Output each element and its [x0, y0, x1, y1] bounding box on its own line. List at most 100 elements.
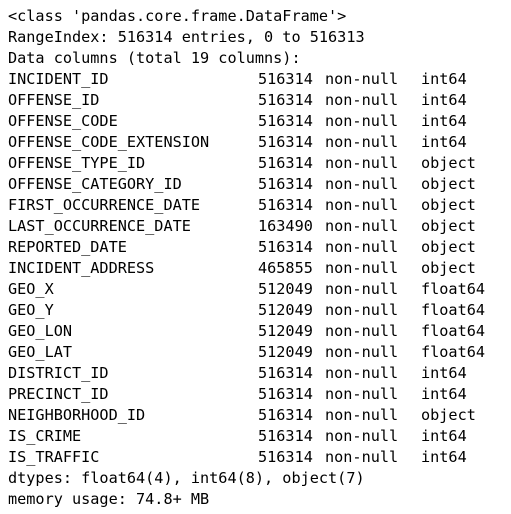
non-null-count: 516314 [258, 364, 313, 382]
nullness-label: non-null [325, 259, 399, 277]
non-null-count: 516314 [258, 70, 313, 88]
non-null-count: 516314 [258, 133, 313, 151]
column-row: LAST_OCCURRENCE_DATE 163490 non-null object [8, 216, 511, 237]
column-row: GEO_LAT 512049 non-null float64 [8, 342, 511, 363]
dtype-label: object [421, 154, 476, 172]
range-index-line: RangeIndex: 516314 entries, 0 to 516313 [8, 28, 365, 46]
non-null-count: 516314 [258, 427, 313, 445]
non-null-count: 516314 [258, 238, 313, 256]
column-list: INCIDENT_ID 516314 non-null int64 OFFENSE_ID… [8, 69, 511, 468]
nullness-label: non-null [325, 217, 399, 235]
column-name: GEO_X [8, 280, 54, 298]
nullness-label: non-null [325, 238, 399, 256]
column-name: GEO_LAT [8, 343, 73, 361]
column-name: GEO_Y [8, 301, 54, 319]
nullness-label: non-null [325, 343, 399, 361]
non-null-count: 516314 [258, 385, 313, 403]
dtypes-line: dtypes: float64(4), int64(8), object(7) [8, 469, 365, 487]
columns-summary-line: Data columns (total 19 columns): [8, 49, 301, 67]
nullness-label: non-null [325, 322, 399, 340]
non-null-count: 516314 [258, 154, 313, 172]
dtype-label: float64 [421, 301, 486, 319]
dtype-label: object [421, 259, 476, 277]
non-null-count: 465855 [258, 259, 313, 277]
column-name: IS_TRAFFIC [8, 448, 100, 466]
column-name: FIRST_OCCURRENCE_DATE [8, 196, 201, 214]
nullness-label: non-null [325, 280, 399, 298]
column-row: GEO_Y 512049 non-null float64 [8, 300, 511, 321]
column-row: IS_TRAFFIC 516314 non-null int64 [8, 447, 511, 468]
column-row: GEO_X 512049 non-null float64 [8, 279, 511, 300]
column-name: OFFENSE_ID [8, 91, 100, 109]
dtype-label: int64 [421, 112, 467, 130]
column-row: DISTRICT_ID 516314 non-null int64 [8, 363, 511, 384]
non-null-count: 512049 [258, 280, 313, 298]
nullness-label: non-null [325, 448, 399, 466]
column-name: INCIDENT_ADDRESS [8, 259, 155, 277]
dtype-label: float64 [421, 280, 486, 298]
column-row: NEIGHBORHOOD_ID 516314 non-null object [8, 405, 511, 426]
nullness-label: non-null [325, 91, 399, 109]
nullness-label: non-null [325, 112, 399, 130]
dtype-label: int64 [421, 70, 467, 88]
column-name: GEO_LON [8, 322, 73, 340]
column-row: OFFENSE_ID 516314 non-null int64 [8, 90, 511, 111]
nullness-label: non-null [325, 406, 399, 424]
dtype-label: object [421, 196, 476, 214]
column-row: OFFENSE_TYPE_ID 516314 non-null object [8, 153, 511, 174]
dtype-label: object [421, 238, 476, 256]
column-name: OFFENSE_CODE [8, 112, 118, 130]
non-null-count: 516314 [258, 448, 313, 466]
column-row: GEO_LON 512049 non-null float64 [8, 321, 511, 342]
dtype-label: int64 [421, 385, 467, 403]
nullness-label: non-null [325, 427, 399, 445]
non-null-count: 512049 [258, 301, 313, 319]
column-row: INCIDENT_ADDRESS 465855 non-null object [8, 258, 511, 279]
dtype-label: float64 [421, 322, 486, 340]
non-null-count: 512049 [258, 322, 313, 340]
dtype-label: int64 [421, 91, 467, 109]
non-null-count: 516314 [258, 406, 313, 424]
column-row: PRECINCT_ID 516314 non-null int64 [8, 384, 511, 405]
nullness-label: non-null [325, 133, 399, 151]
column-row: INCIDENT_ID 516314 non-null int64 [8, 69, 511, 90]
non-null-count: 516314 [258, 112, 313, 130]
dtype-label: float64 [421, 343, 486, 361]
dtype-label: int64 [421, 364, 467, 382]
non-null-count: 516314 [258, 175, 313, 193]
dtype-label: int64 [421, 427, 467, 445]
nullness-label: non-null [325, 385, 399, 403]
column-name: OFFENSE_CATEGORY_ID [8, 175, 182, 193]
column-row: OFFENSE_CATEGORY_ID 516314 non-null object [8, 174, 511, 195]
dtype-label: object [421, 406, 476, 424]
column-name: INCIDENT_ID [8, 70, 109, 88]
dtype-label: object [421, 175, 476, 193]
non-null-count: 512049 [258, 343, 313, 361]
nullness-label: non-null [325, 154, 399, 172]
nullness-label: non-null [325, 70, 399, 88]
nullness-label: non-null [325, 301, 399, 319]
nullness-label: non-null [325, 175, 399, 193]
column-name: OFFENSE_TYPE_ID [8, 154, 146, 172]
memory-usage-line: memory usage: 74.8+ MB [8, 490, 210, 508]
non-null-count: 516314 [258, 196, 313, 214]
column-name: OFFENSE_CODE_EXTENSION [8, 133, 210, 151]
column-name: IS_CRIME [8, 427, 82, 445]
non-null-count: 163490 [258, 217, 313, 235]
column-row: OFFENSE_CODE_EXTENSION 516314 non-null int6… [8, 132, 511, 153]
dtype-label: int64 [421, 448, 467, 466]
column-name: PRECINCT_ID [8, 385, 109, 403]
class-line: <class 'pandas.core.frame.DataFrame'> [8, 7, 347, 25]
column-name: DISTRICT_ID [8, 364, 109, 382]
column-row: IS_CRIME 516314 non-null int64 [8, 426, 511, 447]
column-row: REPORTED_DATE 516314 non-null object [8, 237, 511, 258]
column-name: LAST_OCCURRENCE_DATE [8, 217, 191, 235]
dataframe-info-output: <class 'pandas.core.frame.DataFrame'> Ra… [0, 0, 511, 514]
column-row: FIRST_OCCURRENCE_DATE 516314 non-null objec… [8, 195, 511, 216]
column-name: REPORTED_DATE [8, 238, 127, 256]
column-name: NEIGHBORHOOD_ID [8, 406, 146, 424]
dtype-label: int64 [421, 133, 467, 151]
nullness-label: non-null [325, 196, 399, 214]
dtype-label: object [421, 217, 476, 235]
non-null-count: 516314 [258, 91, 313, 109]
